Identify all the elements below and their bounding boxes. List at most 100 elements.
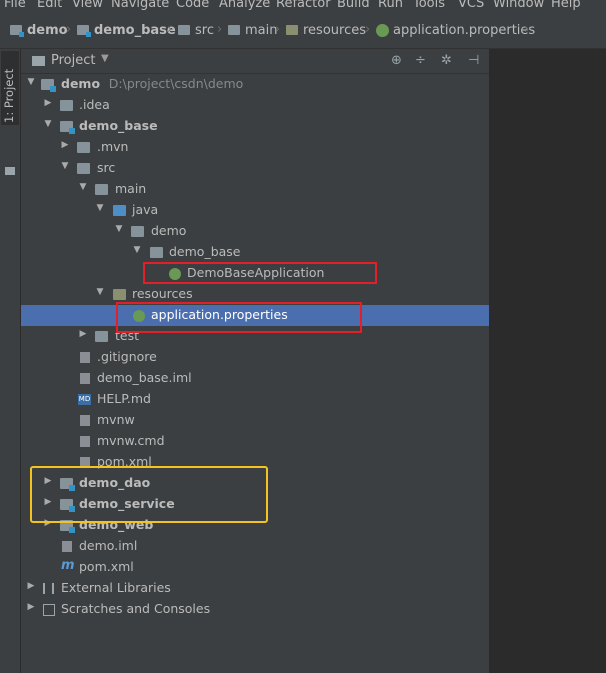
project-panel: Project ▼ ⊕ ÷ ✲ ⊣ ▼ demo D:\project\csdn… <box>21 49 489 673</box>
menu-help[interactable]: Help <box>551 0 581 11</box>
tree-item-label: mvnw <box>97 412 135 427</box>
tree-item-label: resources <box>132 286 193 301</box>
tree-item-demo-iml[interactable]: demo.iml <box>21 536 489 557</box>
file-icon <box>80 436 90 447</box>
breadcrumb-item-main[interactable]: main <box>228 21 277 39</box>
tree-item-demo-base-iml[interactable]: demo_base.iml <box>21 368 489 389</box>
tree-item-label: .gitignore <box>97 349 157 364</box>
highlight-box-modules <box>30 466 268 523</box>
expand-arrow-icon[interactable]: ▼ <box>94 287 106 297</box>
folder-icon <box>95 184 108 195</box>
target-icon[interactable]: ⊕ <box>391 53 402 68</box>
project-panel-header: Project ▼ ⊕ ÷ ✲ ⊣ <box>21 49 489 74</box>
tree-item-demo[interactable]: ▼ demo D:\project\csdn\demo <box>21 74 489 95</box>
editor-area[interactable] <box>490 49 606 673</box>
scratches-icon <box>43 604 55 616</box>
tree-item-label: .mvn <box>97 139 129 154</box>
tree-item-mvn[interactable]: ▶ .mvn <box>21 137 489 158</box>
module-folder-icon <box>60 121 75 134</box>
file-icon <box>80 352 90 363</box>
file-icon <box>62 541 72 552</box>
tree-item-root-pom-xml[interactable]: m pom.xml <box>21 557 489 578</box>
menu-tools[interactable]: Tools <box>413 0 445 11</box>
menu-window[interactable]: Window <box>493 0 544 11</box>
expand-arrow-icon[interactable]: ▼ <box>131 245 143 255</box>
highlight-box-demo-base-application <box>143 262 377 284</box>
chevron-right-icon: › <box>524 22 530 37</box>
package-icon <box>150 247 163 258</box>
expand-arrow-icon[interactable]: ▼ <box>25 77 37 87</box>
collapsed-arrow-icon[interactable]: ▶ <box>59 140 71 150</box>
menu-edit[interactable]: Edit <box>37 0 62 11</box>
collapse-icon[interactable]: ÷ <box>415 53 426 68</box>
resources-folder-icon <box>286 25 298 35</box>
project-view-icon <box>32 56 45 66</box>
chevron-down-icon[interactable]: ▼ <box>101 53 109 64</box>
source-folder-icon <box>113 205 126 216</box>
tree-item-demo-base[interactable]: ▼ demo_base <box>21 116 489 137</box>
expand-arrow-icon[interactable]: ▼ <box>113 224 125 234</box>
tree-item-label: demo_base <box>169 244 241 259</box>
maven-icon: m <box>61 558 75 573</box>
menu-run[interactable]: Run <box>378 0 403 11</box>
tree-item-label: mvnw.cmd <box>97 433 165 448</box>
markdown-icon: MD <box>78 394 91 405</box>
tree-item-external-libraries[interactable]: ▶ External Libraries <box>21 578 489 599</box>
expand-arrow-icon[interactable]: ▼ <box>59 161 71 171</box>
expand-arrow-icon[interactable]: ▼ <box>77 182 89 192</box>
tree-item-label: HELP.md <box>97 391 151 406</box>
tree-item-src[interactable]: ▼ src <box>21 158 489 179</box>
menu-code[interactable]: Code <box>176 0 209 11</box>
menu-file[interactable]: File <box>4 0 26 11</box>
menu-bar: File Edit View Navigate Code Analyze Ref… <box>0 0 606 12</box>
tree-item-idea[interactable]: ▶ .idea <box>21 95 489 116</box>
tree-item-main[interactable]: ▼ main <box>21 179 489 200</box>
menu-build[interactable]: Build <box>337 0 370 11</box>
tree-item-mvnw-cmd[interactable]: mvnw.cmd <box>21 431 489 452</box>
tree-item-label: .idea <box>79 97 110 112</box>
folder-icon <box>60 100 73 111</box>
menu-navigate[interactable]: Navigate <box>111 0 169 11</box>
breadcrumb-item-demo-base[interactable]: demo_base <box>77 21 176 39</box>
tree-item-label: java <box>132 202 159 217</box>
structure-icon[interactable] <box>5 167 15 175</box>
tree-item-mvnw[interactable]: mvnw <box>21 410 489 431</box>
menu-analyze[interactable]: Analyze <box>219 0 270 11</box>
expand-arrow-icon[interactable]: ▼ <box>94 203 106 213</box>
expand-arrow-icon[interactable]: ▼ <box>42 119 54 129</box>
tree-item-demo-base-package[interactable]: ▼ demo_base <box>21 242 489 263</box>
gear-icon[interactable]: ✲ <box>441 53 452 68</box>
tree-item-gitignore[interactable]: .gitignore <box>21 347 489 368</box>
menu-view[interactable]: View <box>72 0 103 11</box>
tree-item-label: Scratches and Consoles <box>61 601 211 616</box>
tree-item-demo-package[interactable]: ▼ demo <box>21 221 489 242</box>
tree-item-scratches-and-consoles[interactable]: ▶ Scratches and Consoles <box>21 599 489 620</box>
module-folder-icon <box>10 25 24 37</box>
project-panel-title[interactable]: Project <box>51 53 95 68</box>
hide-icon[interactable]: ⊣ <box>468 53 479 68</box>
breadcrumb-item-resources[interactable]: resources <box>286 21 366 39</box>
collapsed-arrow-icon[interactable]: ▶ <box>42 98 54 108</box>
folder-icon <box>95 331 108 342</box>
collapsed-arrow-icon[interactable]: ▶ <box>25 581 37 591</box>
folder-icon <box>178 25 190 35</box>
tree-item-help-md[interactable]: MD HELP.md <box>21 389 489 410</box>
library-icon <box>43 583 54 594</box>
breadcrumb-item-application-properties[interactable]: application.properties <box>376 21 535 39</box>
folder-icon <box>77 163 90 174</box>
tree-item-label: main <box>115 181 147 196</box>
collapsed-arrow-icon[interactable]: ▶ <box>77 329 89 339</box>
module-folder-icon <box>41 79 56 92</box>
chevron-right-icon: › <box>66 22 72 37</box>
tree-item-label: External Libraries <box>61 580 171 595</box>
menu-refactor[interactable]: Refactor <box>276 0 331 11</box>
resources-folder-icon <box>113 289 126 300</box>
tree-item-label: src <box>97 160 116 175</box>
tree-item-path: D:\project\csdn\demo <box>108 76 244 91</box>
tree-item-java[interactable]: ▼ java <box>21 200 489 221</box>
breadcrumb-item-src[interactable]: src <box>178 21 214 39</box>
tree-item-label: demo_base <box>79 118 158 133</box>
menu-vcs[interactable]: VCS <box>458 0 484 11</box>
collapsed-arrow-icon[interactable]: ▶ <box>25 602 37 612</box>
breadcrumb-item-demo[interactable]: demo <box>10 21 68 39</box>
